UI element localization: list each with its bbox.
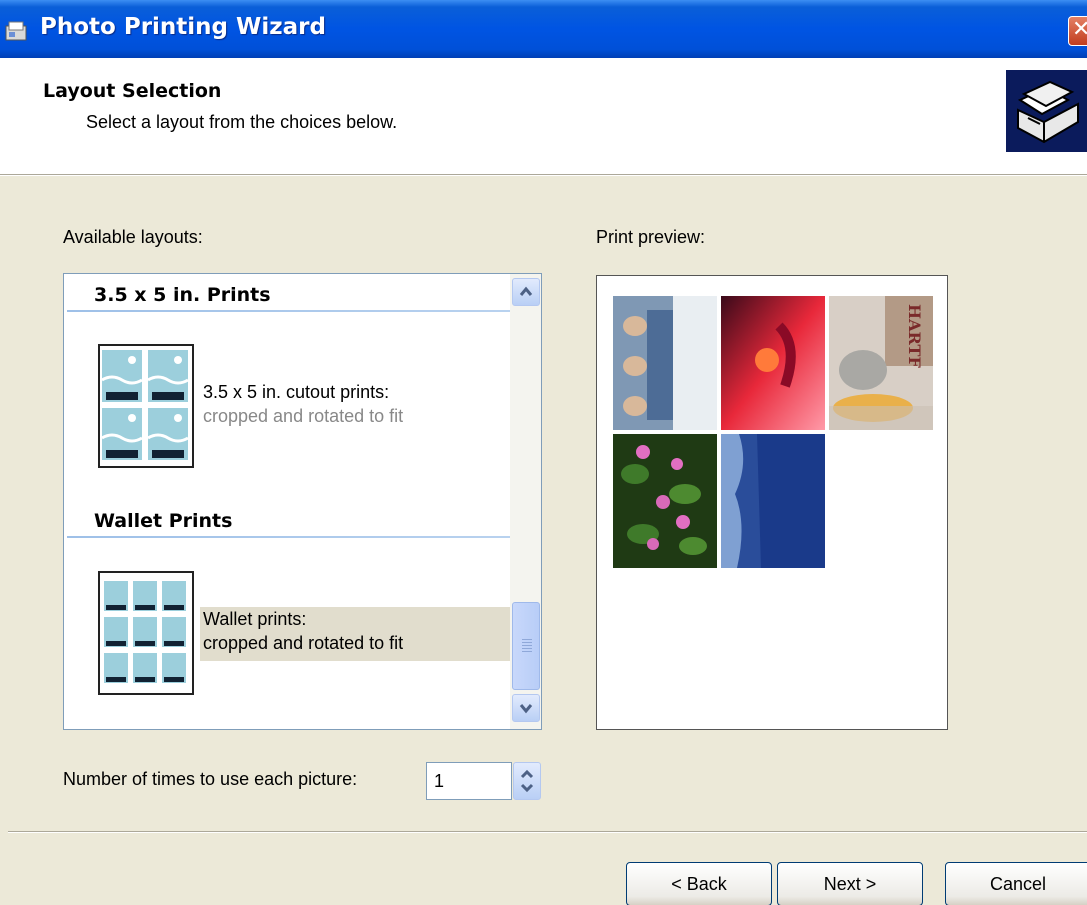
- grip-icon: [522, 639, 532, 653]
- header-divider: [0, 174, 1087, 176]
- layout-item-title: 3.5 x 5 in. cutout prints:: [203, 382, 390, 402]
- layout-item-wallet[interactable]: Wallet prints: cropped and rotated to fi…: [200, 607, 510, 661]
- title-bar[interactable]: Photo Printing Wizard ✕: [0, 0, 1087, 58]
- preview-photo-water: [721, 434, 825, 568]
- svg-text:HARTF: HARTF: [905, 304, 924, 368]
- group-divider: [67, 536, 513, 538]
- close-icon: ✕: [1072, 17, 1087, 42]
- next-button[interactable]: Next >: [777, 862, 923, 905]
- cancel-button[interactable]: Cancel: [945, 862, 1087, 905]
- layouts-list[interactable]: 3.5 x 5 in. Prints 3.5 x 5 in. cutout pr…: [63, 273, 542, 730]
- layout-item-desc: cropped and rotated to fit: [203, 633, 404, 653]
- chevron-down-icon: [519, 704, 533, 714]
- copies-spinner[interactable]: [513, 762, 541, 800]
- page-title: Layout Selection: [43, 80, 222, 102]
- wizard-header: Layout Selection Select a layout from th…: [0, 58, 1087, 174]
- preview-photo-sunset: [721, 296, 825, 430]
- close-button[interactable]: ✕: [1068, 16, 1087, 46]
- layout-item-desc: cropped and rotated to fit: [203, 406, 404, 426]
- scroll-up-button[interactable]: [512, 278, 540, 306]
- print-preview: HARTF: [596, 275, 948, 730]
- window-title: Photo Printing Wizard: [40, 14, 326, 40]
- scroll-thumb[interactable]: [512, 602, 540, 690]
- layout-item-3x5-cutout[interactable]: 3.5 x 5 in. cutout prints: cropped and r…: [200, 380, 510, 434]
- copies-label: Number of times to use each picture:: [63, 769, 358, 789]
- printer-photos-icon: [1006, 70, 1087, 152]
- preview-photo-people: [613, 296, 717, 430]
- chevron-up-icon: [519, 286, 533, 296]
- available-layouts-label: Available layouts:: [63, 227, 203, 247]
- group-heading-wallet: Wallet Prints: [94, 510, 233, 532]
- printer-wizard-icon: [4, 20, 32, 44]
- up-down-arrows-icon: [520, 769, 534, 793]
- print-preview-label: Print preview:: [596, 227, 706, 247]
- layouts-scrollbar[interactable]: [510, 274, 541, 729]
- group-divider: [67, 310, 513, 312]
- layout-thumbnail-wallet[interactable]: [98, 571, 194, 695]
- layout-item-title: Wallet prints:: [203, 609, 307, 629]
- footer-divider: [8, 831, 1087, 833]
- preview-photo-bear: HARTF: [829, 296, 933, 430]
- back-button[interactable]: < Back: [626, 862, 772, 905]
- preview-photo-flowers: [613, 434, 717, 568]
- page-subtitle: Select a layout from the choices below.: [86, 112, 398, 132]
- scroll-down-button[interactable]: [512, 694, 540, 722]
- group-heading-3x5: 3.5 x 5 in. Prints: [94, 284, 271, 306]
- layout-thumbnail-3x5[interactable]: [98, 344, 194, 468]
- copies-input[interactable]: 1: [426, 762, 512, 800]
